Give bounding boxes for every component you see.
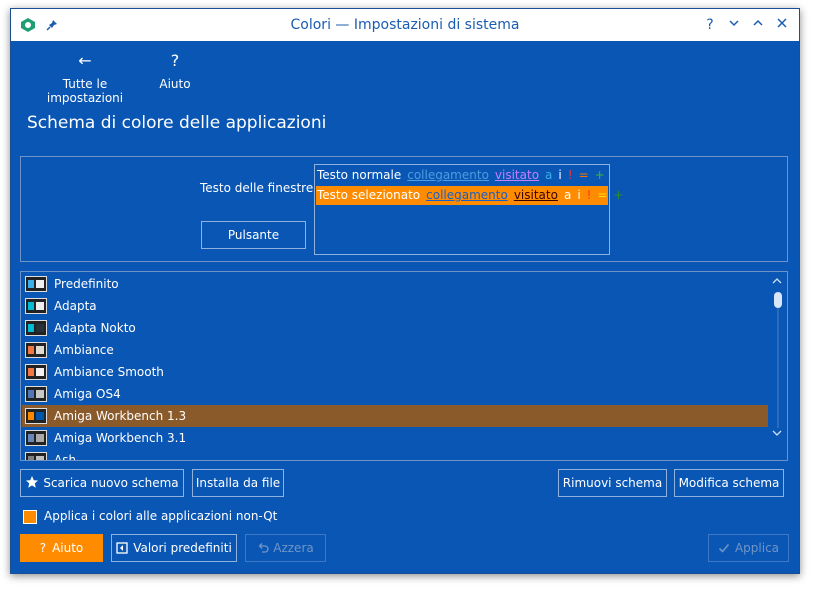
scheme-name: Adapta Nokto	[54, 321, 136, 335]
apply-button[interactable]: Applica	[708, 534, 789, 562]
scheme-thumbnail	[25, 298, 47, 314]
normal-positive-text: +	[594, 168, 605, 182]
selected-active-text: a	[563, 188, 572, 202]
scheme-name: Ash	[54, 453, 77, 461]
back-to-all-settings-button[interactable]: ← Tutte le impostazioni	[23, 51, 147, 105]
download-label: Scarica nuovo schema	[43, 476, 179, 490]
normal-neutral-text: i	[558, 168, 562, 182]
scheme-thumbnail	[25, 342, 47, 358]
list-item[interactable]: Amiga OS4	[22, 383, 768, 405]
selected-text: Testo selezionato	[317, 188, 421, 202]
scheme-thumbnail	[25, 430, 47, 446]
list-item[interactable]: Predefinito	[22, 273, 768, 295]
scheme-name: Ambiance Smooth	[54, 365, 164, 379]
window-text-label: Testo delle finestre	[200, 181, 314, 195]
selected-neutral2-text: =	[597, 188, 608, 202]
help-label: Aiuto	[52, 541, 84, 555]
toolbar-help-button[interactable]: ? Aiuto	[156, 51, 194, 91]
install-from-file-button[interactable]: Installa da file	[192, 469, 284, 497]
window-title: Colori — Impostazioni di sistema	[290, 17, 520, 33]
maximize-button[interactable]	[748, 15, 768, 35]
scrollbar-thumb[interactable]	[774, 292, 782, 308]
list-item[interactable]: Adapta	[22, 295, 768, 317]
preview-text-pane: Testo normale collegamento visitato a i! = + T…	[314, 164, 624, 255]
title-bar: Colori — Impostazioni di sistema ?	[11, 9, 799, 41]
scheme-name: Predefinito	[54, 277, 119, 291]
selected-positive-text: +	[613, 188, 624, 202]
defaults-label: Valori predefiniti	[133, 541, 232, 555]
normal-visited-text: visitato	[494, 168, 540, 182]
help-title-button[interactable]: ?	[700, 15, 720, 35]
apply-non-qt-label[interactable]: Applica i colori alle applicazioni non-Q…	[44, 509, 277, 523]
scheme-thumbnail	[25, 386, 47, 402]
scheme-thumbnail	[25, 364, 47, 380]
apply-non-qt-checkbox[interactable]	[23, 510, 37, 524]
color-scheme-list[interactable]: Predefinito Adapta Adapta Nokto Ambiance…	[20, 271, 788, 461]
checkmark-icon	[718, 543, 730, 553]
toolbar-help-label: Aiuto	[159, 77, 191, 91]
scheme-name: Adapta	[54, 299, 97, 313]
normal-active-text: a	[545, 168, 553, 182]
help-icon: ?	[39, 541, 47, 555]
minimize-button[interactable]	[724, 15, 744, 35]
back-label: Tutte le impostazioni	[46, 77, 124, 105]
restore-defaults-icon	[116, 542, 128, 554]
preview-button: Pulsante	[201, 221, 306, 249]
normal-text: Testo normale	[317, 168, 402, 182]
page-title: Schema di colore delle applicazioni	[27, 113, 327, 133]
undo-icon	[258, 543, 269, 553]
preview-selected-row: Testo selezionato collegamento visitato a i!…	[316, 186, 624, 205]
scroll-up-icon[interactable]	[771, 277, 783, 289]
selected-visited-text: visitato	[513, 188, 558, 202]
scheme-thumbnail	[25, 276, 47, 292]
list-item[interactable]: Adapta Nokto	[22, 317, 768, 339]
remove-scheme-button[interactable]: Rimuovi schema	[558, 469, 667, 497]
list-item[interactable]: Ambiance	[22, 339, 768, 361]
scheme-name: Amiga Workbench 3.1	[54, 431, 187, 445]
apply-label: Applica	[734, 541, 780, 555]
scrollbar-track[interactable]	[777, 308, 779, 428]
normal-neutral2-text: =	[578, 168, 589, 182]
close-button[interactable]	[772, 15, 792, 35]
scheme-thumbnail	[25, 320, 47, 336]
help-icon: ?	[170, 51, 180, 70]
help-button[interactable]: ? Aiuto	[20, 534, 103, 562]
scheme-name: Ambiance	[54, 343, 114, 357]
scheme-thumbnail	[25, 452, 47, 460]
scheme-name: Amiga Workbench 1.3	[54, 409, 187, 423]
selected-neutral-text: i	[577, 188, 581, 202]
list-item[interactable]: Amiga Workbench 3.1	[22, 427, 768, 449]
reset-button[interactable]: Azzera	[245, 534, 326, 562]
settings-window: Colori — Impostazioni di sistema ? ← Tut…	[10, 8, 800, 574]
normal-link-text: collegamento	[407, 168, 489, 182]
preview-normal-row: Testo normale collegamento visitato a i! = +	[317, 168, 611, 186]
list-item[interactable]: Ambiance Smooth	[22, 361, 768, 383]
selected-link-text: collegamento	[426, 188, 508, 202]
normal-negative-text: !	[567, 168, 573, 182]
scheme-name: Amiga OS4	[54, 387, 121, 401]
list-item[interactable]: Ash	[22, 449, 768, 461]
scheme-thumbnail	[25, 408, 47, 424]
scroll-down-icon[interactable]	[771, 429, 783, 441]
list-item-selected[interactable]: Amiga Workbench 1.3	[22, 405, 768, 427]
edit-scheme-button[interactable]: Modifica schema	[674, 469, 784, 497]
arrow-left-icon: ←	[78, 51, 92, 70]
reset-label: Azzera	[273, 541, 314, 555]
defaults-button[interactable]: Valori predefiniti	[111, 534, 237, 562]
selected-negative-text: !	[586, 188, 592, 202]
star-icon	[26, 476, 39, 488]
download-new-scheme-button[interactable]: Scarica nuovo schema	[20, 469, 184, 497]
